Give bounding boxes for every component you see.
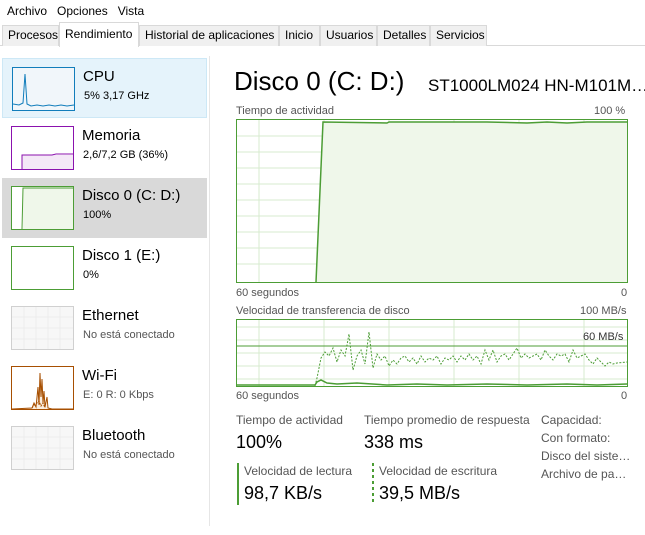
wifi-title: Wi-Fi <box>82 367 117 384</box>
sidebar-item-ethernet[interactable]: Ethernet No está conectado <box>2 298 207 358</box>
property-system-disk: Disco del siste… <box>541 449 631 463</box>
tab-historial[interactable]: Historial de aplicaciones <box>139 25 279 46</box>
sidebar-item-disco-0[interactable]: Disco 0 (C: D:) 100% <box>2 178 207 238</box>
transfer-graph-min: 0 <box>621 390 628 402</box>
disk1-subtitle: 0% <box>83 269 99 281</box>
disk1-title: Disco 1 (E:) <box>82 247 161 264</box>
bluetooth-thumbnail-graph <box>11 426 74 470</box>
read-speed-label: Velocidad de lectura <box>244 464 353 478</box>
transfer-graph-time: 60 segundos <box>236 390 299 402</box>
transfer-graph: 60 MB/s <box>236 319 628 387</box>
ethernet-subtitle: No está conectado <box>83 329 175 341</box>
read-speed-legend-bar <box>237 463 239 505</box>
activity-graph-max: 100 % <box>594 105 626 117</box>
transfer-graph-max: 100 MB/s <box>580 305 627 317</box>
memory-subtitle: 2,6/7,2 GB (36%) <box>83 149 168 161</box>
avg-response-label: Tiempo promedio de respuesta <box>364 413 530 427</box>
property-page-file: Archivo de pa… <box>541 467 627 481</box>
property-capacity: Capacidad: <box>541 413 602 427</box>
sidebar-divider <box>209 56 210 526</box>
menu-bar: Archivo Opciones Vista <box>0 0 645 22</box>
tab-inicio[interactable]: Inicio <box>279 25 320 46</box>
cpu-title: CPU <box>83 68 115 85</box>
sidebar-item-wifi[interactable]: Wi-Fi E: 0 R: 0 Kbps <box>2 358 207 418</box>
transfer-graph-label: Velocidad de transferencia de disco <box>236 305 410 317</box>
disk0-title: Disco 0 (C: D:) <box>82 187 181 204</box>
tab-servicios[interactable]: Servicios <box>430 25 487 46</box>
tab-procesos[interactable]: Procesos <box>2 25 59 46</box>
resource-sidebar: CPU 5% 3,17 GHz Memoria 2,6/7,2 GB (36%)… <box>0 56 208 526</box>
sidebar-item-bluetooth[interactable]: Bluetooth No está conectado <box>2 418 207 478</box>
write-speed-legend-bar <box>372 463 374 505</box>
sidebar-item-memoria[interactable]: Memoria 2,6/7,2 GB (36%) <box>2 118 207 178</box>
menu-archivo[interactable]: Archivo <box>2 0 52 22</box>
avg-response-value: 338 ms <box>364 432 424 452</box>
disk0-thumbnail-graph <box>11 186 74 230</box>
write-speed-label: Velocidad de escritura <box>379 464 498 478</box>
bluetooth-title: Bluetooth <box>82 427 146 444</box>
activity-graph-label: Tiempo de actividad <box>236 105 335 117</box>
disk1-thumbnail-graph <box>11 246 74 290</box>
menu-vista[interactable]: Vista <box>113 0 149 22</box>
transfer-graph-ref: 60 MB/s <box>583 331 624 343</box>
page-title: Disco 0 (C: D:) <box>234 66 405 96</box>
memory-title: Memoria <box>82 127 141 144</box>
memory-thumbnail-graph <box>11 126 74 170</box>
ethernet-thumbnail-graph <box>11 306 74 350</box>
tab-detalles[interactable]: Detalles <box>377 25 430 46</box>
wifi-subtitle: E: 0 R: 0 Kbps <box>83 389 154 401</box>
tab-usuarios[interactable]: Usuarios <box>320 25 377 46</box>
tab-bar: Procesos Rendimiento Historial de aplica… <box>0 22 645 47</box>
property-formatted: Con formato: <box>541 431 611 445</box>
cpu-thumbnail-graph <box>12 67 75 111</box>
activity-graph-time: 60 segundos <box>236 287 299 299</box>
disk-model: ST1000LM024 HN-M101M… <box>428 76 645 95</box>
bluetooth-subtitle: No está conectado <box>83 449 175 461</box>
sidebar-item-disco-1[interactable]: Disco 1 (E:) 0% <box>2 238 207 298</box>
ethernet-title: Ethernet <box>82 307 139 324</box>
wifi-thumbnail-graph <box>11 366 74 410</box>
cpu-subtitle: 5% 3,17 GHz <box>84 90 150 102</box>
read-speed-value: 98,7 KB/s <box>244 483 323 503</box>
active-time-value: 100% <box>236 432 283 452</box>
menu-opciones[interactable]: Opciones <box>52 0 113 22</box>
sidebar-item-cpu[interactable]: CPU 5% 3,17 GHz <box>2 58 207 118</box>
active-time-label: Tiempo de actividad <box>236 413 343 427</box>
tab-rendimiento[interactable]: Rendimiento <box>59 22 139 47</box>
activity-graph-min: 0 <box>621 287 628 299</box>
disk0-subtitle: 100% <box>83 209 112 221</box>
write-speed-value: 39,5 MB/s <box>379 483 461 503</box>
activity-graph <box>236 119 628 283</box>
